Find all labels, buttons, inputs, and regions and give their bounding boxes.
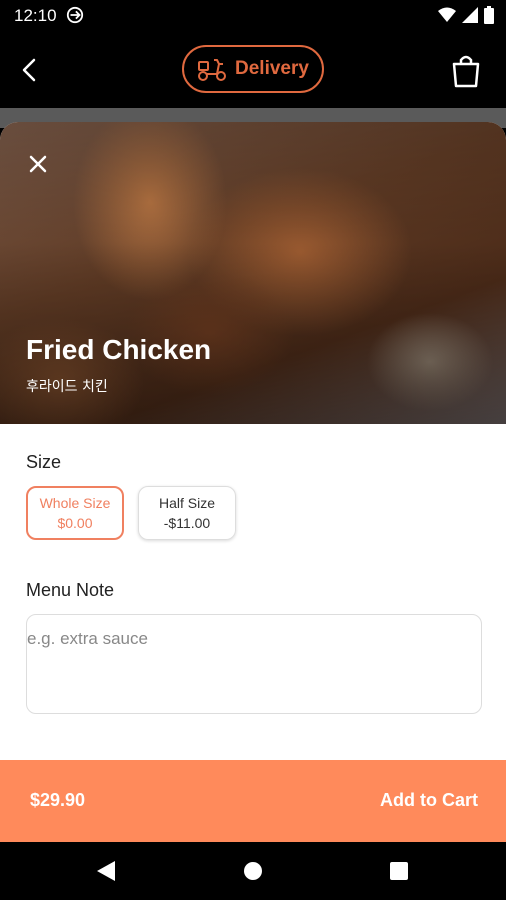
delivery-mode-button[interactable]: Delivery	[182, 45, 324, 93]
size-option-name: Half Size	[158, 495, 216, 511]
item-title: Fried Chicken	[26, 334, 212, 365]
top-app-bar: Delivery	[0, 32, 506, 108]
cart-total-price: $29.90	[30, 790, 86, 810]
status-time: 12:10	[14, 6, 57, 25]
add-to-cart-bar[interactable]: $29.90 Add to Cart	[0, 760, 506, 842]
scooter-icon	[198, 59, 227, 81]
signal-icon	[462, 7, 478, 23]
sync-icon	[66, 6, 84, 24]
size-option-price: -$11.00	[163, 515, 211, 531]
system-navigation-bar	[0, 842, 506, 900]
close-icon[interactable]	[26, 152, 50, 176]
back-arrow-icon[interactable]	[16, 54, 44, 86]
nav-recents-icon[interactable]	[390, 862, 408, 880]
item-detail-sheet: Fried Chicken 후라이드 치킨 Size Whole Size $0…	[0, 122, 506, 762]
menu-note-label: Menu Note	[26, 580, 115, 600]
size-option-whole[interactable]: Whole Size $0.00	[26, 486, 124, 540]
size-option-price: $0.00	[57, 515, 93, 531]
battery-icon	[484, 6, 494, 24]
delivery-label: Delivery	[235, 58, 309, 79]
wifi-icon	[438, 7, 456, 22]
nav-home-icon[interactable]	[244, 862, 262, 880]
item-subtitle: 후라이드 치킨	[26, 379, 108, 395]
size-option-name: Whole Size	[39, 495, 111, 511]
nav-back-icon[interactable]	[97, 861, 115, 881]
status-bar: 12:10	[0, 0, 506, 32]
shopping-bag-icon[interactable]	[450, 52, 482, 88]
size-section-label: Size	[26, 452, 62, 472]
add-to-cart-button[interactable]: Add to Cart	[380, 790, 478, 811]
size-option-half[interactable]: Half Size -$11.00	[138, 486, 236, 540]
menu-note-input[interactable]	[26, 614, 482, 714]
